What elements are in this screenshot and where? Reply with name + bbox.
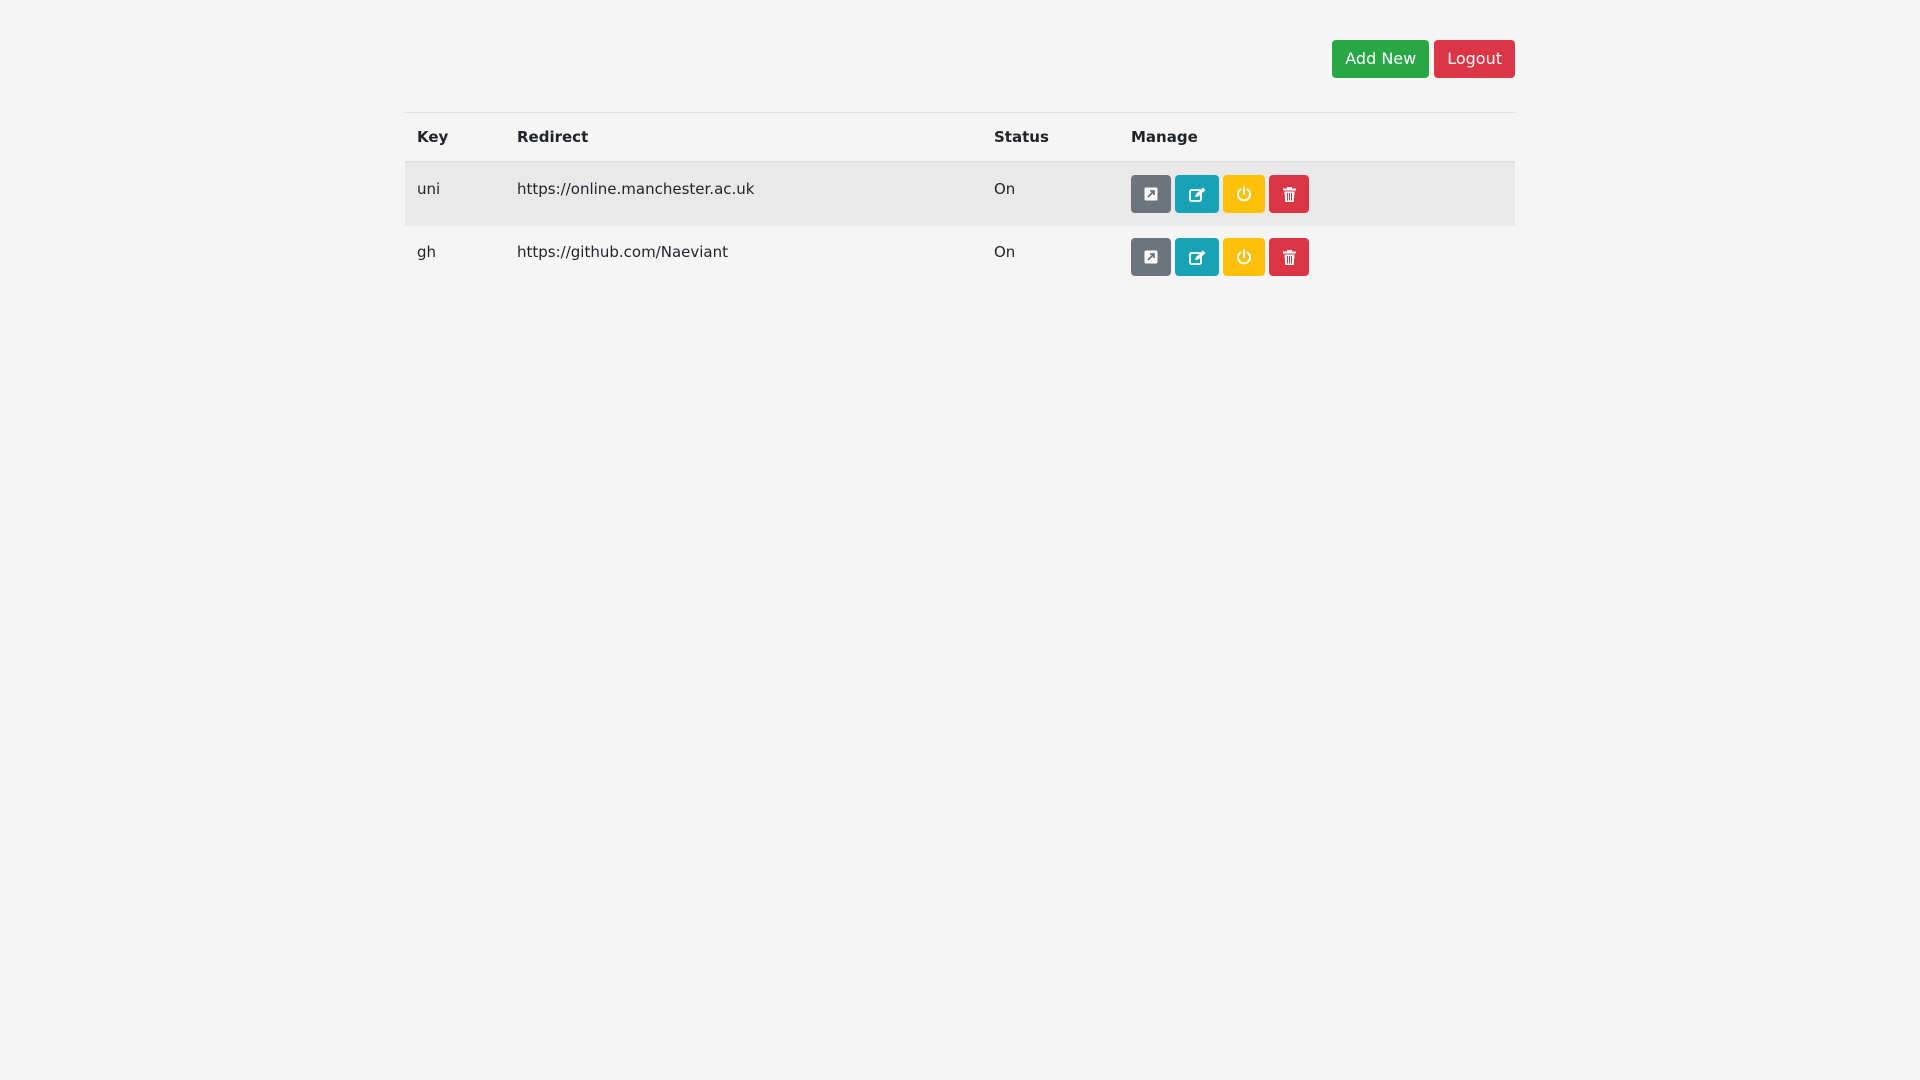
cell-manage	[1119, 162, 1515, 226]
edit-button[interactable]	[1175, 175, 1219, 213]
power-icon	[1237, 186, 1251, 202]
add-new-button[interactable]: Add New	[1332, 40, 1430, 78]
column-header-status: Status	[982, 112, 1119, 163]
main-container: Add New Logout Key Redirect Status Manag…	[405, 0, 1515, 289]
manage-buttons	[1131, 163, 1503, 213]
visit-button[interactable]	[1131, 175, 1171, 213]
column-header-manage: Manage	[1119, 112, 1515, 163]
redirect-text: https://online.manchester.ac.uk	[517, 180, 755, 198]
key-text: uni	[417, 180, 441, 198]
column-header-redirect: Redirect	[505, 112, 982, 163]
external-link-icon	[1144, 250, 1158, 264]
logout-button[interactable]: Logout	[1434, 40, 1515, 78]
cell-status: On	[982, 226, 1119, 289]
external-link-icon	[1144, 187, 1158, 201]
power-icon	[1237, 249, 1251, 265]
column-header-key: Key	[405, 112, 505, 163]
visit-button[interactable]	[1131, 238, 1171, 276]
toggle-button[interactable]	[1223, 175, 1265, 213]
trash-icon	[1282, 249, 1296, 265]
top-actions: Add New Logout	[1332, 40, 1515, 78]
cell-redirect: https://github.com/Naeviant	[505, 226, 982, 289]
table-row: uni https://online.manchester.ac.uk On	[405, 162, 1515, 226]
status-text: On	[994, 180, 1016, 198]
edit-icon	[1188, 250, 1205, 265]
table-header-row: Key Redirect Status Manage	[405, 112, 1515, 163]
cell-key: gh	[405, 226, 505, 289]
cell-manage	[1119, 226, 1515, 289]
redirects-table: Key Redirect Status Manage uni https://o…	[405, 112, 1515, 289]
delete-button[interactable]	[1269, 238, 1309, 276]
redirect-text: https://github.com/Naeviant	[517, 243, 728, 261]
cell-key: uni	[405, 162, 505, 226]
key-text: gh	[417, 243, 437, 261]
delete-button[interactable]	[1269, 175, 1309, 213]
cell-redirect: https://online.manchester.ac.uk	[505, 162, 982, 226]
edit-button[interactable]	[1175, 238, 1219, 276]
toggle-button[interactable]	[1223, 238, 1265, 276]
edit-icon	[1188, 187, 1205, 202]
status-text: On	[994, 243, 1016, 261]
table-row: gh https://github.com/Naeviant On	[405, 226, 1515, 289]
top-bar: Add New Logout	[405, 0, 1515, 112]
trash-icon	[1282, 186, 1296, 202]
cell-status: On	[982, 162, 1119, 226]
manage-buttons	[1131, 226, 1503, 276]
